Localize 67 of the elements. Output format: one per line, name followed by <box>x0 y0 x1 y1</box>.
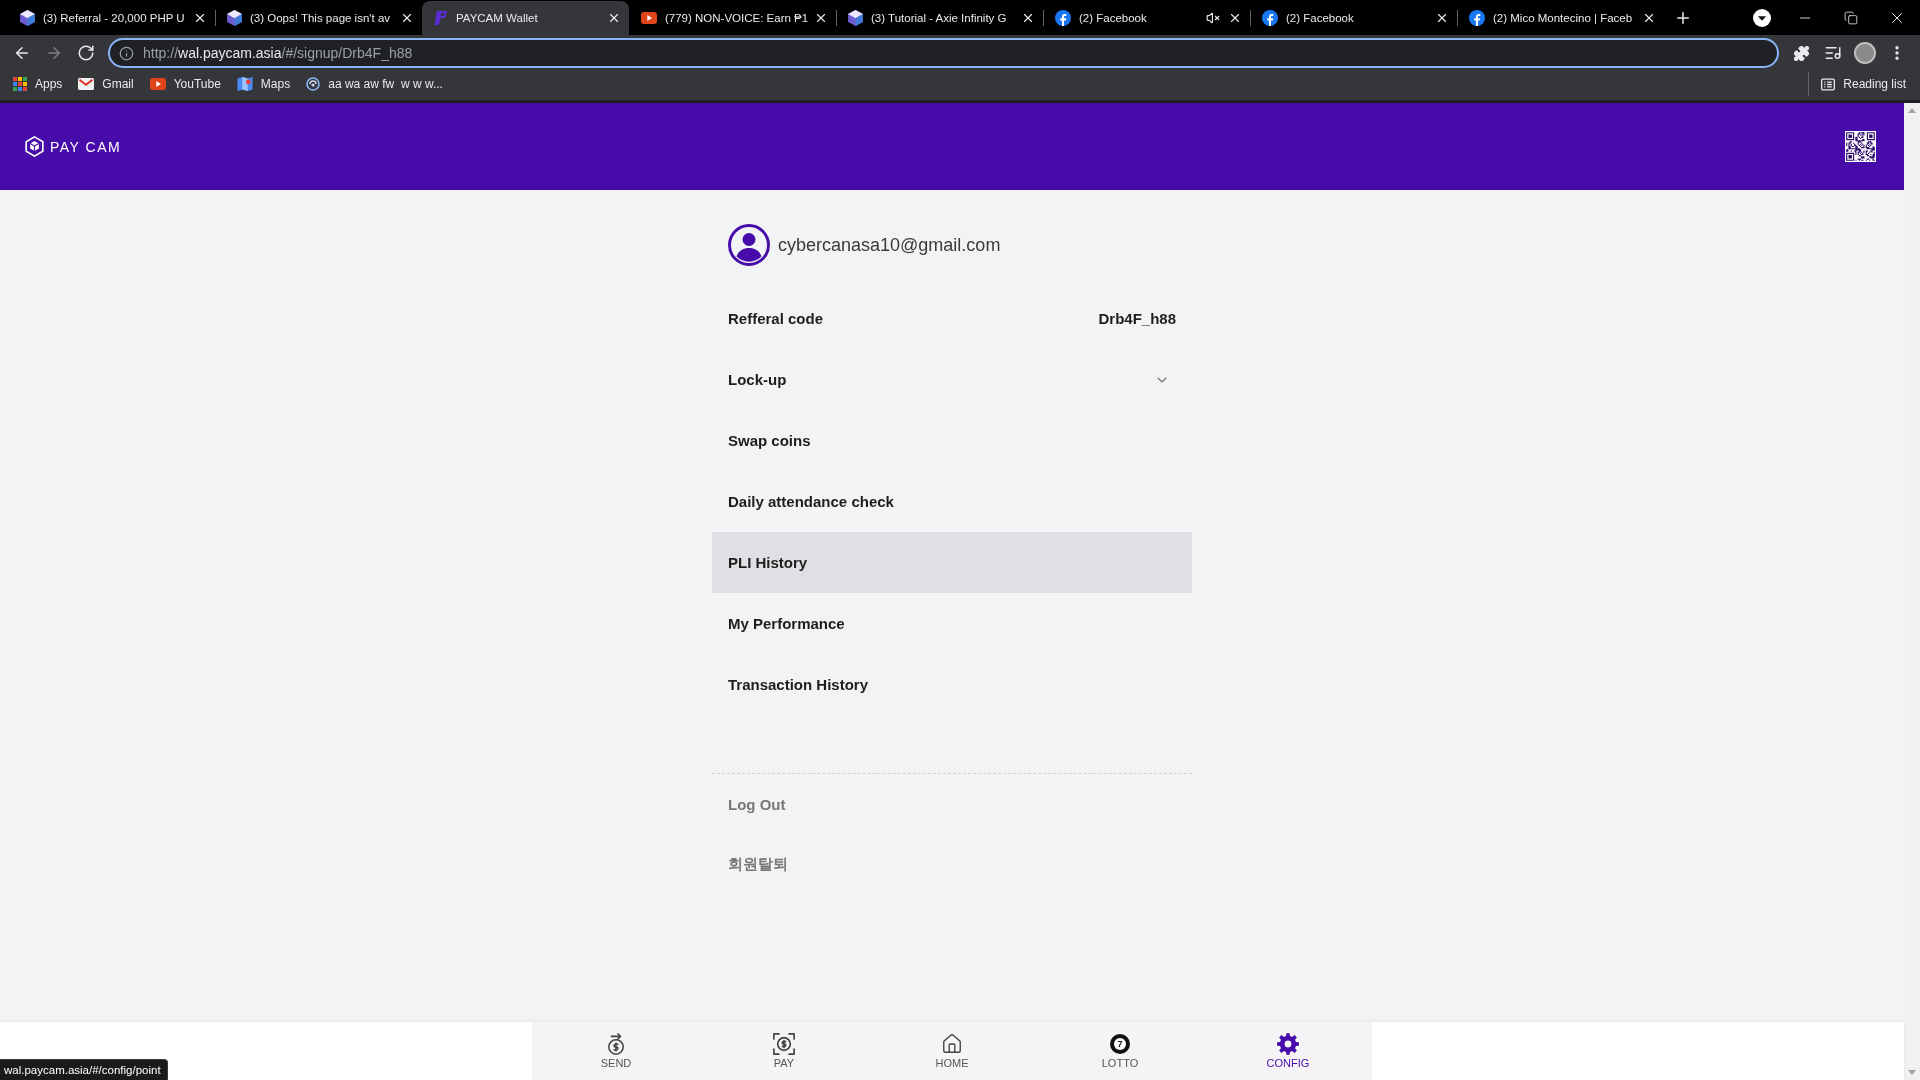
close-icon[interactable] <box>1021 11 1035 25</box>
swirl-icon <box>306 77 321 91</box>
browser-tab[interactable]: (2) Facebook <box>1043 1 1250 35</box>
logo-icon <box>434 11 448 25</box>
f-logo-icon <box>1262 10 1278 26</box>
lotto-ball: 7 <box>1110 1034 1130 1054</box>
back-icon[interactable] <box>13 44 31 62</box>
nav-tab[interactable]: 7 LOTTO <box>1036 1022 1204 1080</box>
puzzle-icon[interactable] <box>1792 44 1810 62</box>
info-icon[interactable] <box>119 45 134 61</box>
cube-icon <box>227 10 242 26</box>
bookmark-link[interactable]: Maps <box>230 72 297 96</box>
reading-list-icon <box>1821 77 1836 91</box>
map-icon <box>236 77 253 91</box>
browser-tab[interactable]: (3) Oops! This page isn't av <box>215 1 422 35</box>
bookmark-link[interactable]: aa wa aw fw w w w... <box>300 72 449 96</box>
close-icon[interactable] <box>400 11 414 25</box>
cube-icon <box>20 10 35 26</box>
close-icon[interactable] <box>607 11 621 25</box>
envelope-icon <box>78 78 95 90</box>
close-icon[interactable] <box>814 11 828 25</box>
home-icon <box>941 1033 963 1055</box>
close-icon[interactable] <box>193 11 207 25</box>
close-icon[interactable] <box>1435 11 1449 25</box>
muted-speaker-icon[interactable] <box>1206 11 1220 25</box>
dropdown-circle-icon[interactable] <box>1753 8 1771 27</box>
f-logo-icon <box>1055 10 1071 26</box>
f-logo-icon <box>1469 10 1485 26</box>
bookmark-link[interactable]: Gmail <box>72 72 140 96</box>
link-preview-text: wal.paycam.asia/#/config/point <box>0 1059 168 1080</box>
reload-icon[interactable] <box>77 44 95 62</box>
new-tab-icon[interactable] <box>1674 9 1692 27</box>
media-list-icon[interactable] <box>1824 44 1842 62</box>
bookmark-link[interactable]: Apps <box>7 72 69 96</box>
nav-tab[interactable]: CONFIG <box>1204 1022 1372 1080</box>
menu-item[interactable]: PLI History <box>712 532 1192 593</box>
close-icon[interactable] <box>1642 11 1656 25</box>
browser-tab[interactable]: (2) Mico Montecino | Faceb <box>1457 1 1664 35</box>
apps-grid-icon <box>13 77 27 91</box>
video-play-icon <box>149 78 166 90</box>
close-icon[interactable] <box>1228 11 1242 25</box>
qr-code-icon[interactable] <box>1845 131 1876 162</box>
email-text: cybercanasa10@gmail.com <box>778 234 1001 256</box>
browser-tab[interactable]: (3) Referral - 20,000 PHP U <box>8 1 215 35</box>
dollar-scan-icon <box>773 1033 795 1055</box>
browser-tab[interactable]: (779) NON-VOICE: Earn ₱1 <box>629 1 836 35</box>
cube-icon <box>848 10 863 26</box>
video-play-icon <box>641 12 657 24</box>
hexagon-logo-icon <box>25 136 44 157</box>
user-avatar-icon <box>728 224 770 266</box>
browser-tab[interactable]: PAYCAM Wallet <box>422 1 629 35</box>
bookmark-link[interactable]: YouTube <box>143 72 227 96</box>
menu-item[interactable]: 회원탈퇴 <box>712 834 1192 894</box>
menu-item[interactable]: Log Out <box>712 774 1192 834</box>
restore-icon[interactable] <box>1844 10 1858 25</box>
reading-list-button[interactable]: Reading list <box>1808 72 1912 96</box>
browser-tab[interactable]: (2) Facebook <box>1250 1 1457 35</box>
nav-tab[interactable]: PAY <box>700 1022 868 1080</box>
settings-icon <box>1277 1033 1299 1055</box>
coin-arrow-icon <box>607 1033 625 1055</box>
browser-tab[interactable]: (3) Tutorial - Axie Infinity G <box>836 1 1043 35</box>
nav-tab[interactable]: SEND <box>532 1022 700 1080</box>
nav-tab[interactable]: HOME <box>868 1022 1036 1080</box>
address-field[interactable]: http://wal.paycam.asia/#/signup/Drb4F_h88 <box>108 38 1779 68</box>
profile-avatar-icon[interactable] <box>1854 42 1876 64</box>
referral-code-value: Drb4F_h88 <box>1098 310 1176 327</box>
logo-text: PAY CAM <box>50 138 122 155</box>
